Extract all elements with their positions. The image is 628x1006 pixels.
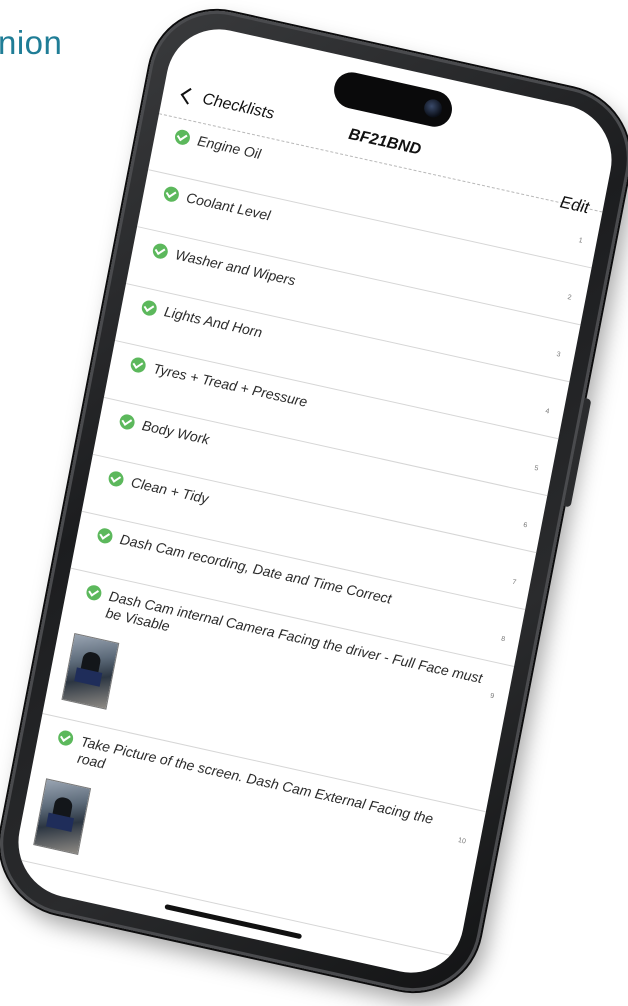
item-number: 10 <box>457 836 467 846</box>
check-circle-icon <box>173 128 192 147</box>
item-label: Clean + Tidy <box>129 473 210 507</box>
check-circle-icon <box>151 242 170 261</box>
item-number: 2 <box>566 293 573 302</box>
check-circle-icon <box>162 185 181 204</box>
item-label: Body Work <box>140 416 211 448</box>
item-number: 7 <box>511 578 517 587</box>
item-label: Engine Oil <box>196 132 263 163</box>
checklist: Engine Oil 1 Coolant Level 2 Washer and … <box>14 113 603 958</box>
check-circle-icon <box>56 729 75 748</box>
item-number: 4 <box>544 407 550 416</box>
item-number: 3 <box>555 350 561 359</box>
item-number: 5 <box>533 464 539 473</box>
check-circle-icon <box>85 583 103 602</box>
phone-screen: Checklists BF21BND Edit Engine Oil 1 Coo… <box>9 18 621 984</box>
phone-mockup: Checklists BF21BND Edit Engine Oil 1 Coo… <box>0 0 628 1005</box>
camera-icon <box>422 97 444 120</box>
item-number: 6 <box>522 521 528 530</box>
item-number: 1 <box>577 237 584 245</box>
item-number: 9 <box>489 692 495 701</box>
check-circle-icon <box>129 356 147 375</box>
check-circle-icon <box>118 412 136 431</box>
item-number: 8 <box>500 635 506 644</box>
brand-wordmark-fragment: nion <box>0 24 63 61</box>
photo-thumbnail[interactable] <box>61 632 120 710</box>
check-circle-icon <box>96 526 114 545</box>
check-circle-icon <box>140 299 159 318</box>
item-label: Coolant Level <box>185 189 272 224</box>
check-circle-icon <box>107 469 125 488</box>
photo-thumbnail[interactable] <box>33 778 92 855</box>
